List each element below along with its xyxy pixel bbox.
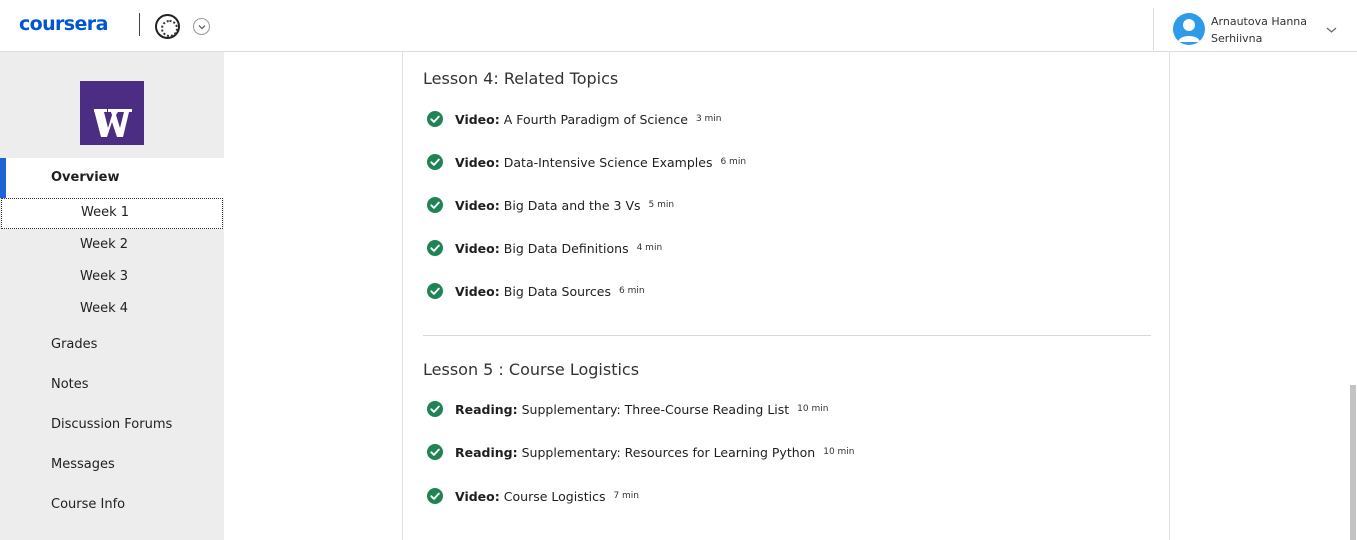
item-title[interactable]: Course Logistics xyxy=(504,489,606,504)
user-menu[interactable]: Arnautova Hanna Serhiivna xyxy=(1153,8,1346,50)
sidebar-item-week-2[interactable]: Week 2 xyxy=(0,230,224,261)
check-circle-icon xyxy=(427,401,443,417)
user-name: Arnautova Hanna Serhiivna xyxy=(1211,15,1308,45)
item-duration: 10 min xyxy=(797,404,829,414)
item-duration: 5 min xyxy=(648,200,675,210)
sidebar-item-label: Course Info xyxy=(51,497,126,512)
lesson-item[interactable]: Video: Data-Intensive Science Examples 6… xyxy=(427,151,746,173)
lesson-item[interactable]: Video: Big Data Definitions 4 min xyxy=(427,237,662,259)
institution-menu-button[interactable] xyxy=(193,18,210,35)
sidebar-item-label: Week 1 xyxy=(81,205,130,220)
check-circle-icon xyxy=(427,488,443,504)
sidebar-item-week-3[interactable]: Week 3 xyxy=(0,262,224,293)
lesson-item[interactable]: Video: A Fourth Paradigm of Science 3 mi… xyxy=(427,108,722,130)
sidebar-item-label: Week 3 xyxy=(80,269,129,284)
item-title[interactable]: Supplementary: Three-Course Reading List xyxy=(522,402,790,417)
sidebar-item-course-info[interactable]: Course Info xyxy=(0,489,224,525)
lesson-item[interactable]: Video: Big Data and the 3 Vs 5 min xyxy=(427,194,674,216)
item-type: Reading: xyxy=(455,401,518,417)
lesson-item[interactable]: Video: Course Logistics 7 min xyxy=(427,485,639,507)
lesson-item[interactable]: Reading: Supplementary: Resources for Le… xyxy=(427,441,855,463)
item-type: Video: xyxy=(455,154,500,170)
sidebar-item-messages[interactable]: Messages xyxy=(0,449,224,485)
chevron-down-icon xyxy=(198,24,205,29)
coursera-logo[interactable]: coursera xyxy=(19,13,108,35)
item-title[interactable]: Big Data Sources xyxy=(504,284,611,299)
item-type: Video: xyxy=(455,488,500,504)
check-circle-icon xyxy=(427,283,443,299)
item-type: Reading: xyxy=(455,444,518,460)
university-seal-icon[interactable] xyxy=(155,14,180,39)
check-circle-icon xyxy=(427,197,443,213)
university-of-washington-logo[interactable] xyxy=(80,81,144,145)
chevron-down-icon[interactable] xyxy=(1326,26,1337,34)
check-circle-icon xyxy=(427,444,443,460)
item-title[interactable]: A Fourth Paradigm of Science xyxy=(504,112,688,127)
check-circle-icon xyxy=(427,154,443,170)
header-divider xyxy=(139,13,140,36)
item-duration: 10 min xyxy=(823,447,855,457)
item-duration: 3 min xyxy=(695,114,722,124)
item-type: Video: xyxy=(455,240,500,256)
active-indicator xyxy=(0,158,6,198)
item-duration: 7 min xyxy=(613,491,640,501)
check-circle-icon xyxy=(427,111,443,127)
check-circle-icon xyxy=(427,240,443,256)
item-duration: 6 min xyxy=(619,286,645,296)
sidebar-item-label: Messages xyxy=(51,457,115,472)
user-avatar-icon xyxy=(1173,13,1205,45)
sidebar-item-discussion-forums[interactable]: Discussion Forums xyxy=(0,409,224,445)
sidebar-item-label: Week 2 xyxy=(80,237,129,252)
sidebar-item-label: Notes xyxy=(51,377,89,392)
lesson-title: Lesson 4: Related Topics xyxy=(423,69,619,88)
item-title[interactable]: Big Data and the 3 Vs xyxy=(504,198,641,213)
item-title[interactable]: Big Data Definitions xyxy=(504,241,629,256)
lesson-item[interactable]: Reading: Supplementary: Three-Course Rea… xyxy=(427,398,828,420)
item-type: Video: xyxy=(455,283,500,299)
sidebar-item-label: Week 4 xyxy=(80,301,129,316)
lesson-item[interactable]: Video: Big Data Sources 6 min xyxy=(427,280,645,302)
section-divider xyxy=(423,335,1151,336)
item-duration: 4 min xyxy=(636,243,663,253)
item-type: Video: xyxy=(455,111,500,127)
sidebar-item-label: Overview xyxy=(51,170,120,185)
lesson-title: Lesson 5 : Course Logistics xyxy=(423,360,640,379)
item-type: Video: xyxy=(455,197,500,213)
week-content: Lesson 4: Related Topics Video: A Fourth… xyxy=(402,52,1170,540)
sidebar-item-grades[interactable]: Grades xyxy=(0,329,224,365)
sidebar-item-week-4[interactable]: Week 4 xyxy=(0,294,224,325)
sidebar-item-overview[interactable]: Overview xyxy=(0,158,224,198)
sidebar-item-label: Discussion Forums xyxy=(51,417,173,432)
page-scrollbar[interactable] xyxy=(1350,385,1356,540)
sidebar-item-notes[interactable]: Notes xyxy=(0,369,224,405)
course-sidebar: Overview Week 1 Week 2 Week 3 Week 4 Gra… xyxy=(0,52,224,540)
item-title[interactable]: Data-Intensive Science Examples xyxy=(504,155,713,170)
sidebar-item-week-1[interactable]: Week 1 xyxy=(1,198,223,229)
sidebar-item-label: Grades xyxy=(51,337,98,352)
item-title[interactable]: Supplementary: Resources for Learning Py… xyxy=(522,445,816,460)
item-duration: 6 min xyxy=(720,157,747,167)
top-header: coursera Arnautova Hanna Serhiivna xyxy=(0,0,1357,52)
